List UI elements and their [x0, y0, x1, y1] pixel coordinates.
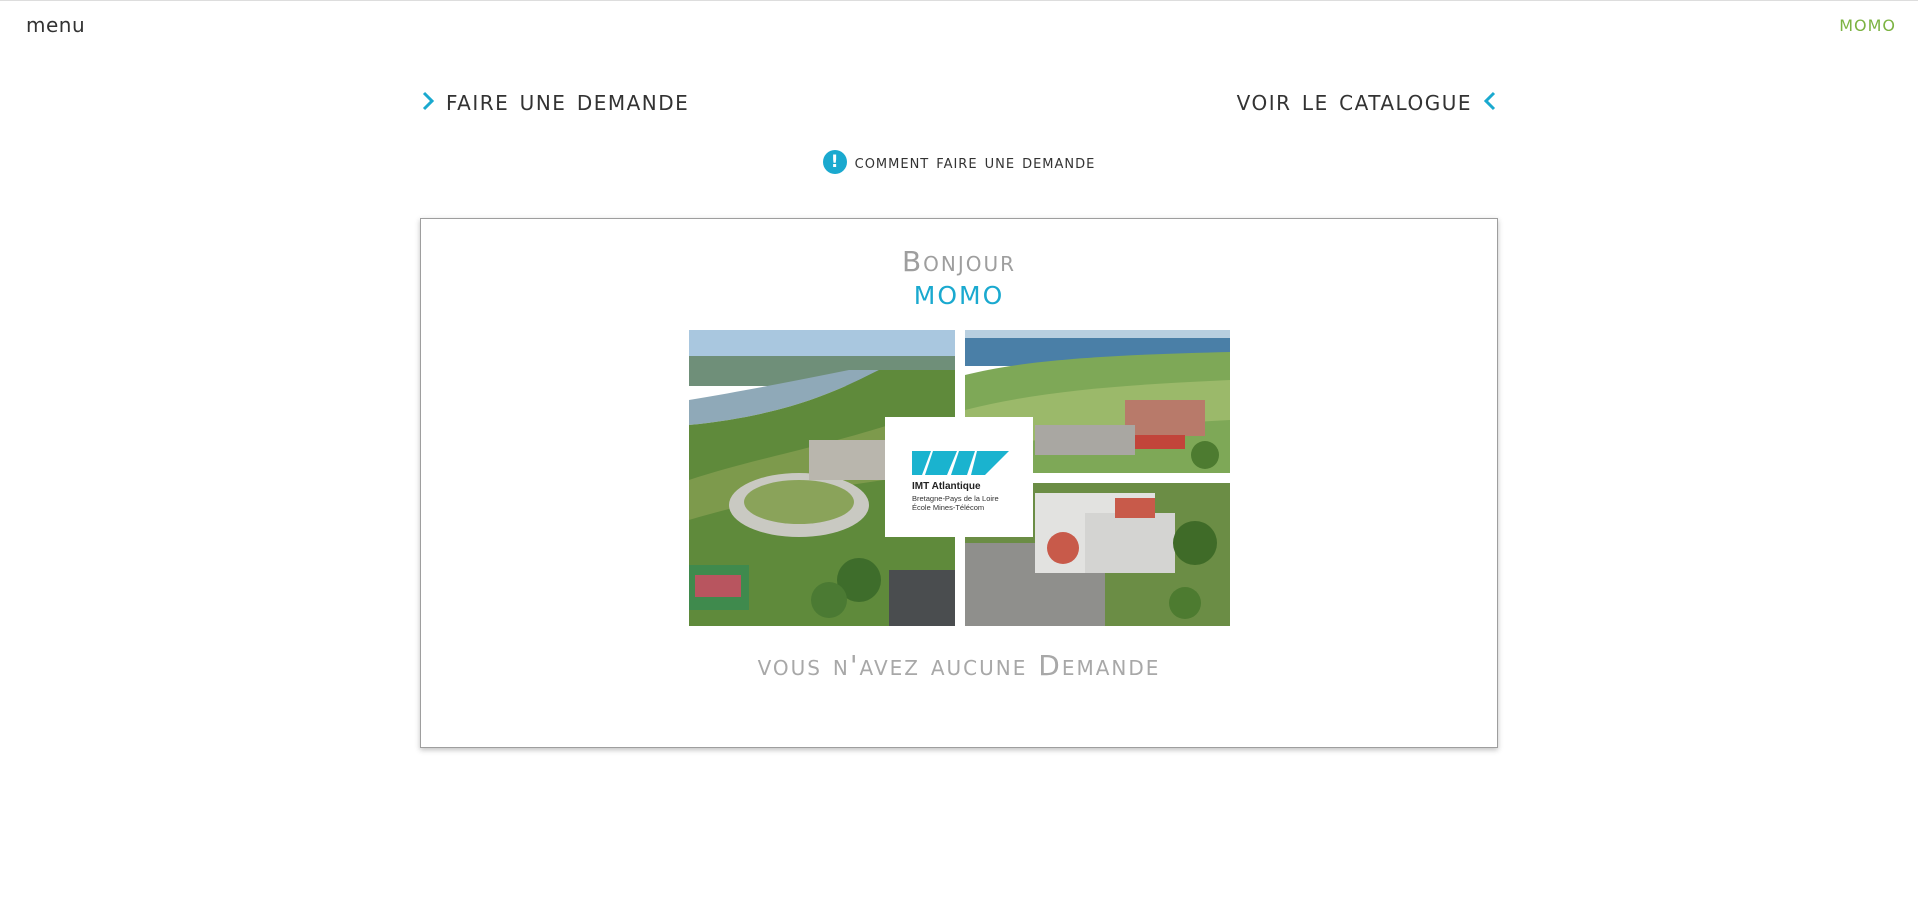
imt-logo: IMT Atlantique Bretagne-Pays de la Loire…: [885, 417, 1033, 537]
exclamation-icon: !: [822, 150, 847, 174]
user-link[interactable]: MOMO: [1839, 16, 1896, 35]
username-text: MOMO: [913, 281, 1005, 310]
campus-photo-collage: IMT Atlantique Bretagne-Pays de la Loire…: [689, 330, 1230, 626]
menu-link[interactable]: menu: [26, 13, 85, 37]
logo-title: IMT Atlantique: [912, 481, 981, 492]
chevron-right-icon: [420, 90, 436, 112]
catalog-label: Voir le Catalogue: [1236, 84, 1472, 117]
catalog-link[interactable]: Voir le Catalogue: [1237, 84, 1498, 117]
help-link[interactable]: ! comment faire une demande: [0, 150, 1918, 174]
help-label: comment faire une demande: [854, 151, 1096, 173]
chevron-left-icon: [1482, 90, 1498, 112]
empty-requests-message: vous n'avez aucune Demande: [757, 649, 1161, 682]
new-request-label: Faire une Demande: [446, 84, 690, 117]
new-request-link[interactable]: Faire une Demande: [420, 84, 689, 117]
greeting-text: Bonjour: [901, 245, 1017, 278]
action-links: Faire une Demande Voir le Catalogue: [420, 84, 1498, 124]
welcome-card: Bonjour MOMO IMT Atlantique Bretagne-Pay…: [420, 218, 1498, 748]
logo-subtitle-2: École Mines-Télécom: [912, 503, 985, 512]
logo-subtitle-1: Bretagne-Pays de la Loire: [912, 494, 999, 503]
top-bar: menu MOMO: [0, 0, 1918, 49]
